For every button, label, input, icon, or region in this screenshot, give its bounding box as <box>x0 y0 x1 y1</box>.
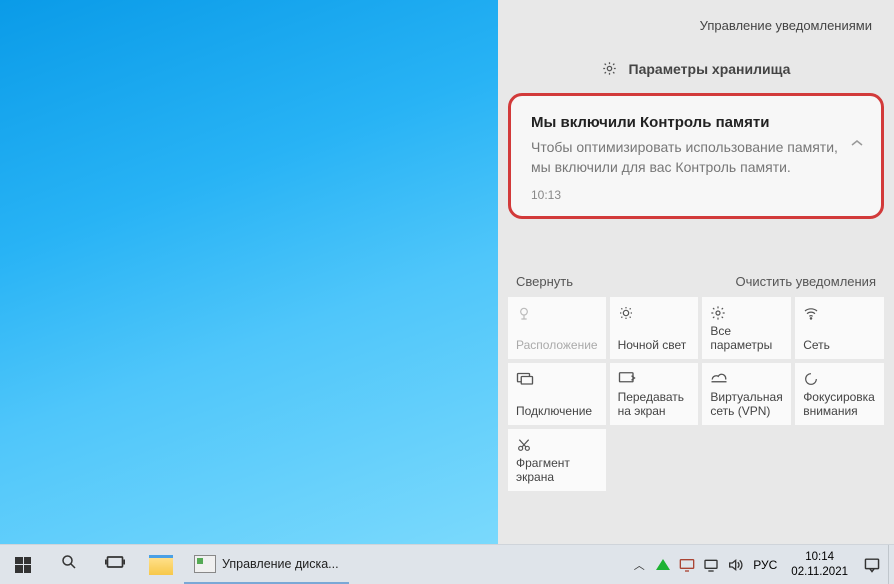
tile-label: Подключение <box>516 405 598 419</box>
manage-notifications-link[interactable]: Управление уведомлениями <box>700 18 872 33</box>
tile-label: Фрагмент экрана <box>516 457 598 485</box>
action-center-button[interactable] <box>856 545 888 584</box>
tile-label: Виртуальная сеть (VPN) <box>710 391 783 419</box>
tile-label: Передавать на экран <box>618 391 691 419</box>
disk-management-icon <box>194 555 216 573</box>
tray-volume-icon[interactable] <box>723 545 747 584</box>
vpn-icon <box>710 371 783 389</box>
taskbar-clock[interactable]: 10:14 02.11.2021 <box>783 545 856 584</box>
tile-all-settings[interactable]: Все параметры <box>702 297 791 359</box>
clock-time: 10:14 <box>791 550 848 564</box>
location-icon <box>516 305 598 323</box>
taskbar-spacer <box>349 545 628 584</box>
taskbar-app-label: Управление диска... <box>222 557 339 571</box>
tile-connect[interactable]: Подключение <box>508 363 606 425</box>
tile-location[interactable]: Расположение <box>508 297 606 359</box>
tile-label: Сеть <box>803 339 876 353</box>
search-icon <box>60 553 78 576</box>
focus-icon <box>803 371 876 389</box>
notification-group-title: Параметры хранилища <box>629 61 791 77</box>
search-button[interactable] <box>46 545 92 584</box>
tray-security-icon[interactable] <box>651 545 675 584</box>
notification-time: 10:13 <box>531 188 839 202</box>
start-button[interactable] <box>0 545 46 584</box>
tile-label: Ночной свет <box>618 339 691 353</box>
notification-group-header: Параметры хранилища <box>498 61 894 79</box>
folder-icon <box>149 555 173 575</box>
connect-icon <box>516 371 598 389</box>
tile-label: Фокусировка внимания <box>803 391 876 419</box>
notification-card[interactable]: Мы включили Контроль памяти Чтобы оптими… <box>508 93 884 219</box>
tile-label: Расположение <box>516 339 598 353</box>
tile-night-light[interactable]: Ночной свет <box>610 297 699 359</box>
settings-gear-icon <box>710 305 783 323</box>
windows-logo-icon <box>15 557 31 573</box>
task-view-button[interactable] <box>92 545 138 584</box>
quick-action-tiles: Расположение Ночной свет Все параметры С… <box>498 297 894 491</box>
collapse-link[interactable]: Свернуть <box>516 274 573 289</box>
chevron-up-icon[interactable] <box>851 136 863 150</box>
wifi-icon <box>803 305 876 323</box>
language-indicator[interactable]: РУС <box>747 545 783 584</box>
gear-icon <box>602 61 617 79</box>
tile-screen-snip[interactable]: Фрагмент экрана <box>508 429 606 491</box>
desktop-background[interactable] <box>0 0 498 544</box>
task-view-icon <box>105 552 125 577</box>
moon-icon <box>618 305 691 323</box>
green-triangle-icon <box>656 559 670 570</box>
clear-notifications-link[interactable]: Очистить уведомления <box>736 274 876 289</box>
tile-label: Все параметры <box>710 325 783 353</box>
tray-display-icon[interactable] <box>675 545 699 584</box>
action-center-panel: Управление уведомлениями Параметры храни… <box>498 0 894 544</box>
project-icon <box>618 371 691 389</box>
action-center-links-row: Свернуть Очистить уведомления <box>498 219 894 297</box>
taskbar: Управление диска... ︿ РУС 10:14 02.11.20… <box>0 544 894 584</box>
tile-project[interactable]: Передавать на экран <box>610 363 699 425</box>
manage-notifications-row: Управление уведомлениями <box>498 0 894 43</box>
show-desktop-button[interactable] <box>888 545 894 584</box>
tile-vpn[interactable]: Виртуальная сеть (VPN) <box>702 363 791 425</box>
file-explorer-button[interactable] <box>138 545 184 584</box>
snip-icon <box>516 437 598 455</box>
tile-network[interactable]: Сеть <box>795 297 884 359</box>
tray-network-icon[interactable] <box>699 545 723 584</box>
tile-focus-assist[interactable]: Фокусировка внимания <box>795 363 884 425</box>
notification-body: Чтобы оптимизировать использование памят… <box>531 137 839 178</box>
taskbar-app-disk-management[interactable]: Управление диска... <box>184 545 349 584</box>
clock-date: 02.11.2021 <box>791 565 848 579</box>
notification-title: Мы включили Контроль памяти <box>531 114 839 131</box>
tray-overflow-button[interactable]: ︿ <box>627 545 651 584</box>
chevron-up-icon: ︿ <box>634 557 645 573</box>
